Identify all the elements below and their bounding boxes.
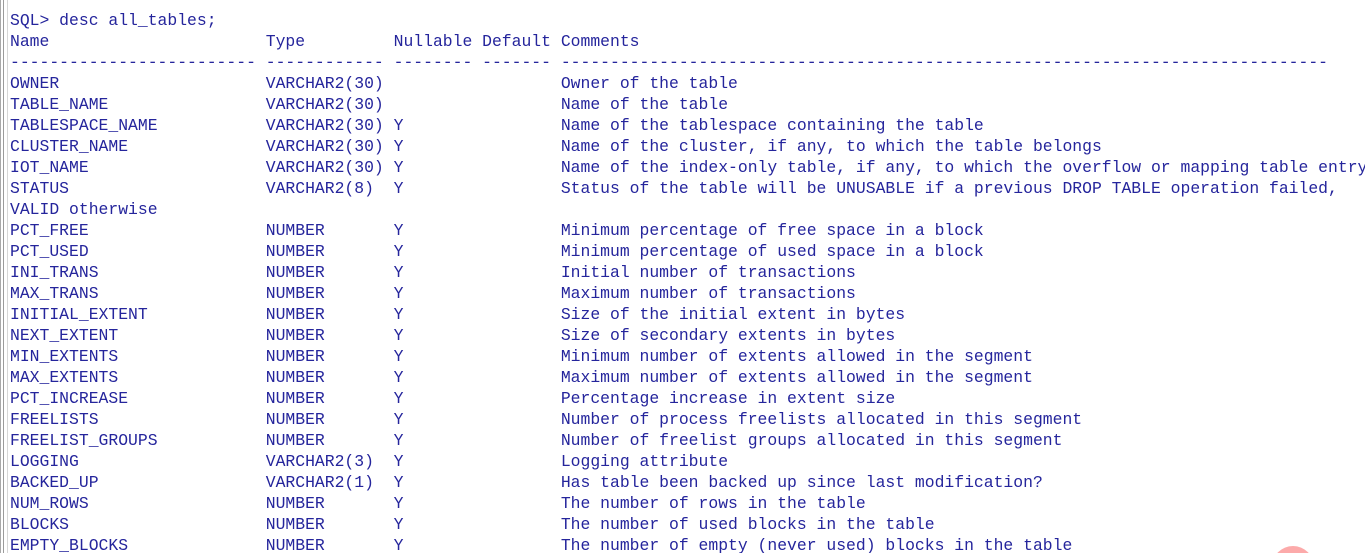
- table-row: CLUSTER_NAME VARCHAR2(30) Y Name of the …: [10, 137, 1102, 156]
- table-row: TABLESPACE_NAME VARCHAR2(30) Y Name of t…: [10, 116, 984, 135]
- console-text-buffer: SQL> desc all_tables; Name Type Nullable …: [10, 10, 1365, 553]
- table-row: OWNER VARCHAR2(30) Owner of the table: [10, 74, 738, 93]
- table-row: TABLE_NAME VARCHAR2(30) Name of the tabl…: [10, 95, 729, 114]
- table-row: EMPTY_BLOCKS NUMBER Y The number of empt…: [10, 536, 1073, 553]
- table-row: NUM_ROWS NUMBER Y The number of rows in …: [10, 494, 866, 513]
- table-row: PCT_FREE NUMBER Y Minimum percentage of …: [10, 221, 984, 240]
- table-row: MAX_TRANS NUMBER Y Maximum number of tra…: [10, 284, 856, 303]
- table-row: PCT_INCREASE NUMBER Y Percentage increas…: [10, 389, 896, 408]
- column-header-line: Name Type Nullable Default Comments: [10, 32, 640, 51]
- table-row: MIN_EXTENTS NUMBER Y Minimum number of e…: [10, 347, 1033, 366]
- table-row: INI_TRANS NUMBER Y Initial number of tra…: [10, 263, 856, 282]
- table-row: IOT_NAME VARCHAR2(30) Y Name of the inde…: [10, 158, 1365, 177]
- table-row: MAX_EXTENTS NUMBER Y Maximum number of e…: [10, 368, 1033, 387]
- table-row: LOGGING VARCHAR2(3) Y Logging attribute: [10, 452, 729, 471]
- table-row: STATUS VARCHAR2(8) Y Status of the table…: [10, 179, 1338, 198]
- table-row: FREELIST_GROUPS NUMBER Y Number of freel…: [10, 431, 1063, 450]
- table-row: NEXT_EXTENT NUMBER Y Size of secondary e…: [10, 326, 896, 345]
- table-row: BACKED_UP VARCHAR2(1) Y Has table been b…: [10, 473, 1043, 492]
- table-row: FREELISTS NUMBER Y Number of process fre…: [10, 410, 1083, 429]
- table-row: VALID otherwise: [10, 200, 158, 219]
- table-row: PCT_USED NUMBER Y Minimum percentage of …: [10, 242, 984, 261]
- table-row: INITIAL_EXTENT NUMBER Y Size of the init…: [10, 305, 906, 324]
- console-left-frame: [0, 0, 8, 553]
- prompt-line: SQL> desc all_tables;: [10, 11, 217, 30]
- column-separator-line: ------------------------- ------------ -…: [10, 53, 1329, 72]
- console-output-area[interactable]: SQL> desc all_tables; Name Type Nullable …: [8, 0, 1365, 553]
- terminal-window: SQL> desc all_tables; Name Type Nullable …: [0, 0, 1365, 553]
- table-row: BLOCKS NUMBER Y The number of used block…: [10, 515, 935, 534]
